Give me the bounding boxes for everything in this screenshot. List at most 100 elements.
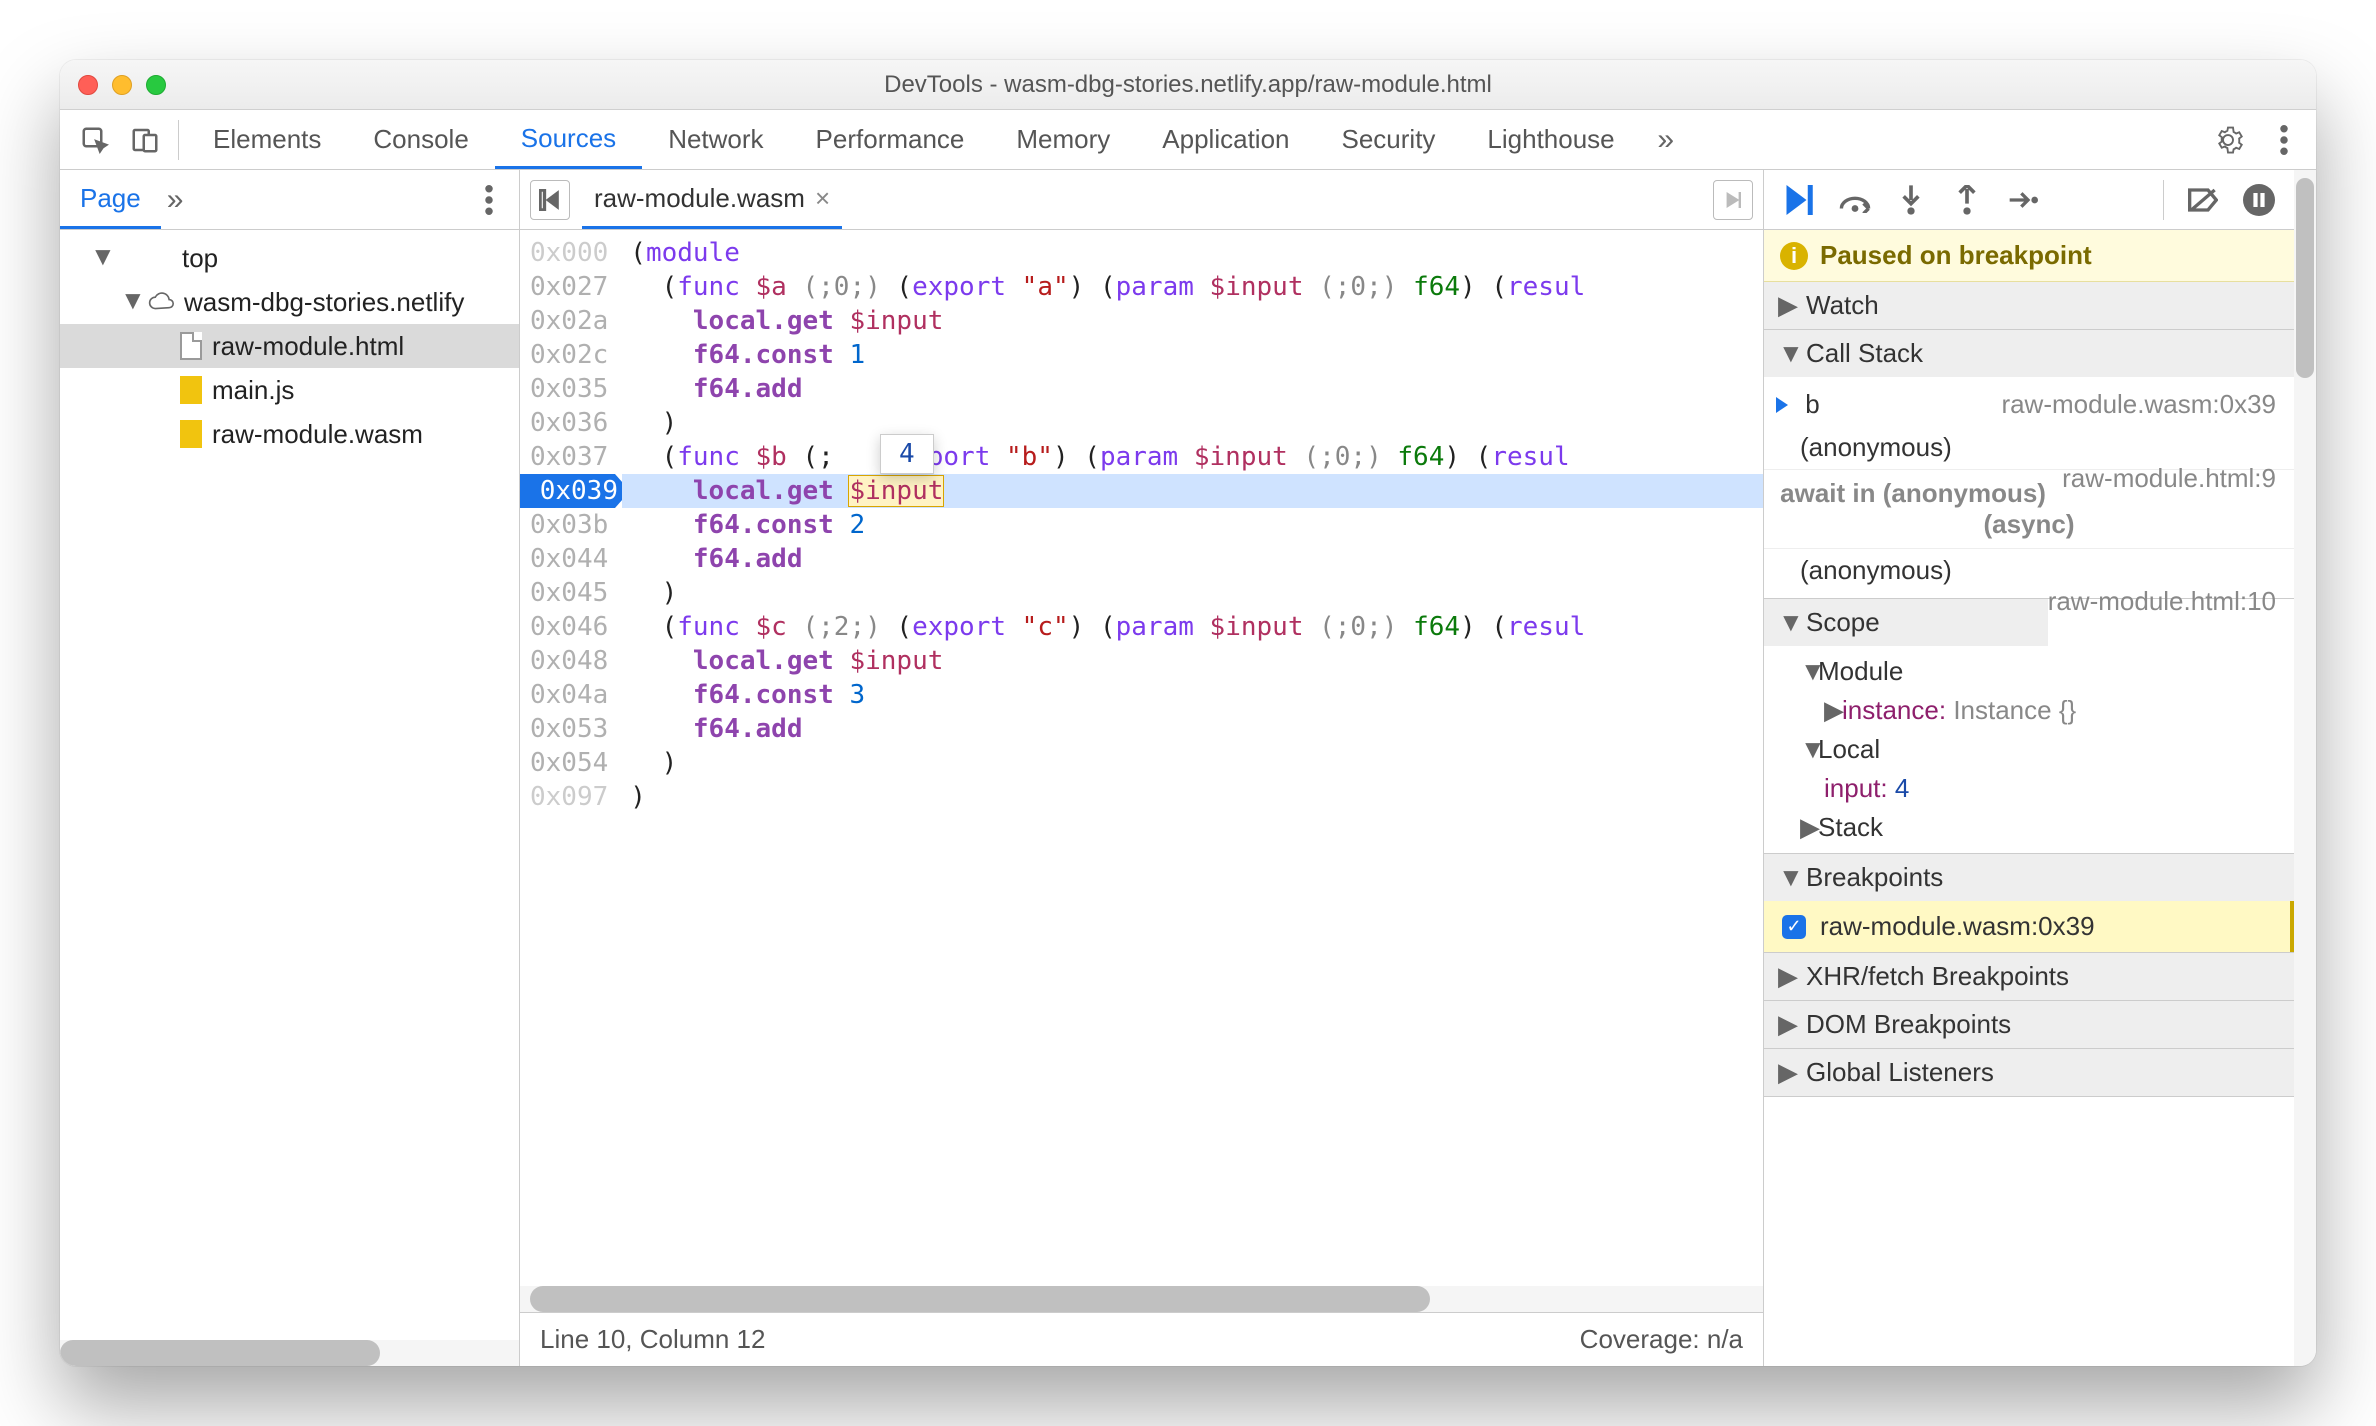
section-title: Call Stack [1806, 338, 1923, 369]
tree-file[interactable]: main.js [60, 368, 519, 412]
panel-tab-memory[interactable]: Memory [990, 110, 1136, 169]
paused-banner: i Paused on breakpoint [1764, 230, 2294, 282]
section-title: Watch [1806, 290, 1879, 321]
panel-tab-security[interactable]: Security [1316, 110, 1462, 169]
section-title: XHR/fetch Breakpoints [1806, 961, 2069, 992]
file-tree: ▼ top ▼ wasm-dbg-stories.netlify raw-mod… [60, 230, 519, 1340]
panel-tab-application[interactable]: Application [1136, 110, 1315, 169]
step-over-button[interactable] [1838, 183, 1872, 217]
xhr-bp-section[interactable]: ▶XHR/fetch Breakpoints [1764, 953, 2294, 1001]
frame-loc: raw-module.wasm:0x39 [2001, 389, 2276, 420]
scope-key: instance: [1842, 695, 1946, 725]
gutter[interactable]: 0x0000x0270x02a0x02c0x0350x0360x0370x03b… [520, 230, 622, 1286]
callstack-frame[interactable]: (anonymous) raw-module.html:10 [1764, 549, 2294, 592]
debugger-vscrollbar[interactable] [2294, 170, 2316, 1366]
device-toolbar-icon[interactable] [120, 115, 170, 165]
step-into-button[interactable] [1894, 183, 1928, 217]
editor-hscrollbar[interactable] [520, 1286, 1763, 1312]
panel-tab-performance[interactable]: Performance [790, 110, 991, 169]
frame-icon [118, 243, 172, 273]
settings-icon[interactable] [2206, 118, 2250, 162]
status-bar: Line 10, Column 12 Coverage: n/a [520, 1312, 1763, 1366]
tree-label: raw-module.html [212, 331, 404, 362]
breakpoints-section: ▼Breakpoints ✓ raw-module.wasm:0x39 [1764, 854, 2294, 953]
scope-local[interactable]: ▼Local [1764, 730, 2294, 769]
panel-tab-lighthouse[interactable]: Lighthouse [1461, 110, 1640, 169]
debugger-panel: i Paused on breakpoint ▶Watch ▼Call Stac… [1764, 170, 2294, 1366]
tree-file[interactable]: raw-module.html [60, 324, 519, 368]
scope-var[interactable]: input: 4 [1764, 769, 2294, 808]
resume-button[interactable] [1782, 183, 1816, 217]
tree-label: raw-module.wasm [212, 419, 423, 450]
section-title: Global Listeners [1806, 1057, 1994, 1088]
kebab-menu-icon[interactable] [2262, 118, 2306, 162]
script-icon [180, 420, 202, 448]
panel-tab-network[interactable]: Network [642, 110, 789, 169]
panel-tab-elements[interactable]: Elements [187, 110, 347, 169]
breakpoint-item[interactable]: ✓ raw-module.wasm:0x39 [1764, 901, 2294, 952]
global-listeners-section[interactable]: ▶Global Listeners [1764, 1049, 2294, 1097]
nav-kebab-icon[interactable] [467, 178, 511, 222]
debugger-toolbar [1764, 170, 2294, 230]
breakpoint-marker[interactable]: 0x039 [520, 474, 630, 508]
code-body[interactable]: (module (func $a (;0;) (export "a") (par… [622, 230, 1763, 1286]
info-icon: i [1780, 242, 1808, 270]
document-icon [180, 332, 202, 360]
more-tabs-icon[interactable]: » [1641, 115, 1691, 165]
section-title: DOM Breakpoints [1806, 1009, 2011, 1040]
breakpoint-label: raw-module.wasm:0x39 [1820, 911, 2095, 942]
paused-msg: Paused on breakpoint [1820, 240, 2092, 271]
file-tab-label: raw-module.wasm [594, 183, 805, 214]
devtools-window: DevTools - wasm-dbg-stories.netlify.app/… [60, 60, 2316, 1366]
inspect-element-icon[interactable] [70, 115, 120, 165]
breakpoint-checkbox[interactable]: ✓ [1782, 915, 1806, 939]
dom-bp-section[interactable]: ▶DOM Breakpoints [1764, 1001, 2294, 1049]
frame-loc: raw-module.html:10 [2048, 586, 2276, 617]
frame-loc: raw-module.html:9 [2062, 463, 2276, 494]
panel-tab-sources[interactable]: Sources [495, 110, 642, 169]
script-icon [180, 376, 202, 404]
section-header[interactable]: ▼Scope [1764, 599, 2048, 646]
scope-instance[interactable]: ▶instance: Instance {} [1764, 691, 2294, 730]
value-tooltip: 4 [880, 434, 934, 474]
callstack-frame[interactable]: (anonymous) raw-module.html:9 [1764, 426, 2294, 469]
cloud-icon [148, 287, 174, 317]
code-editor[interactable]: 0x0000x0270x02a0x02c0x0350x0360x0370x03b… [520, 230, 1763, 1286]
file-tab[interactable]: raw-module.wasm × [582, 170, 842, 229]
step-button[interactable] [2006, 183, 2040, 217]
frame-fn: (anonymous) [1800, 555, 1952, 585]
window-title: DevTools - wasm-dbg-stories.netlify.app/… [60, 71, 2316, 99]
tree-domain[interactable]: ▼ wasm-dbg-stories.netlify [60, 280, 519, 324]
scope-stack[interactable]: ▶Stack [1764, 808, 2294, 847]
editor-panel: raw-module.wasm × 0x0000x0270x02a0x02c0x… [520, 170, 1764, 1366]
callstack-section: ▼Call Stack b raw-module.wasm:0x39 (anon… [1764, 330, 2294, 599]
scope-label: Stack [1818, 812, 1883, 842]
history-back-button[interactable] [530, 180, 570, 220]
watch-section[interactable]: ▶Watch [1764, 282, 2294, 330]
page-tab[interactable]: Page [60, 170, 161, 229]
tree-label: top [182, 243, 218, 274]
scope-key: input: [1824, 773, 1888, 803]
section-title: Breakpoints [1806, 862, 1943, 893]
callstack-frame[interactable]: b raw-module.wasm:0x39 [1764, 383, 2294, 426]
tree-file[interactable]: raw-module.wasm [60, 412, 519, 456]
scope-module[interactable]: ▼Module [1764, 652, 2294, 691]
scope-label: Local [1818, 734, 1880, 764]
step-out-button[interactable] [1950, 183, 1984, 217]
pause-exceptions-button[interactable] [2242, 183, 2276, 217]
more-nav-tabs-icon[interactable]: » [167, 183, 184, 217]
nav-scrollbar[interactable] [60, 1340, 519, 1366]
coverage-status: Coverage: n/a [1580, 1324, 1743, 1355]
panel-tab-console[interactable]: Console [347, 110, 494, 169]
tree-top-frame[interactable]: ▼ top [60, 236, 519, 280]
run-snippet-button[interactable] [1713, 180, 1753, 220]
section-title: Scope [1806, 607, 1880, 638]
close-tab-icon[interactable]: × [815, 183, 830, 214]
scope-value: Instance {} [1953, 695, 2076, 725]
scope-section: ▼Scope ▼Module ▶instance: Instance {} ▼L… [1764, 599, 2294, 854]
section-header[interactable]: ▼Call Stack [1764, 330, 2294, 377]
panel-tabs: ElementsConsoleSourcesNetworkPerformance… [60, 110, 2316, 170]
section-header[interactable]: ▼Breakpoints [1764, 854, 2294, 901]
frame-fn: (anonymous) [1800, 432, 1952, 462]
deactivate-bp-button[interactable] [2186, 183, 2220, 217]
